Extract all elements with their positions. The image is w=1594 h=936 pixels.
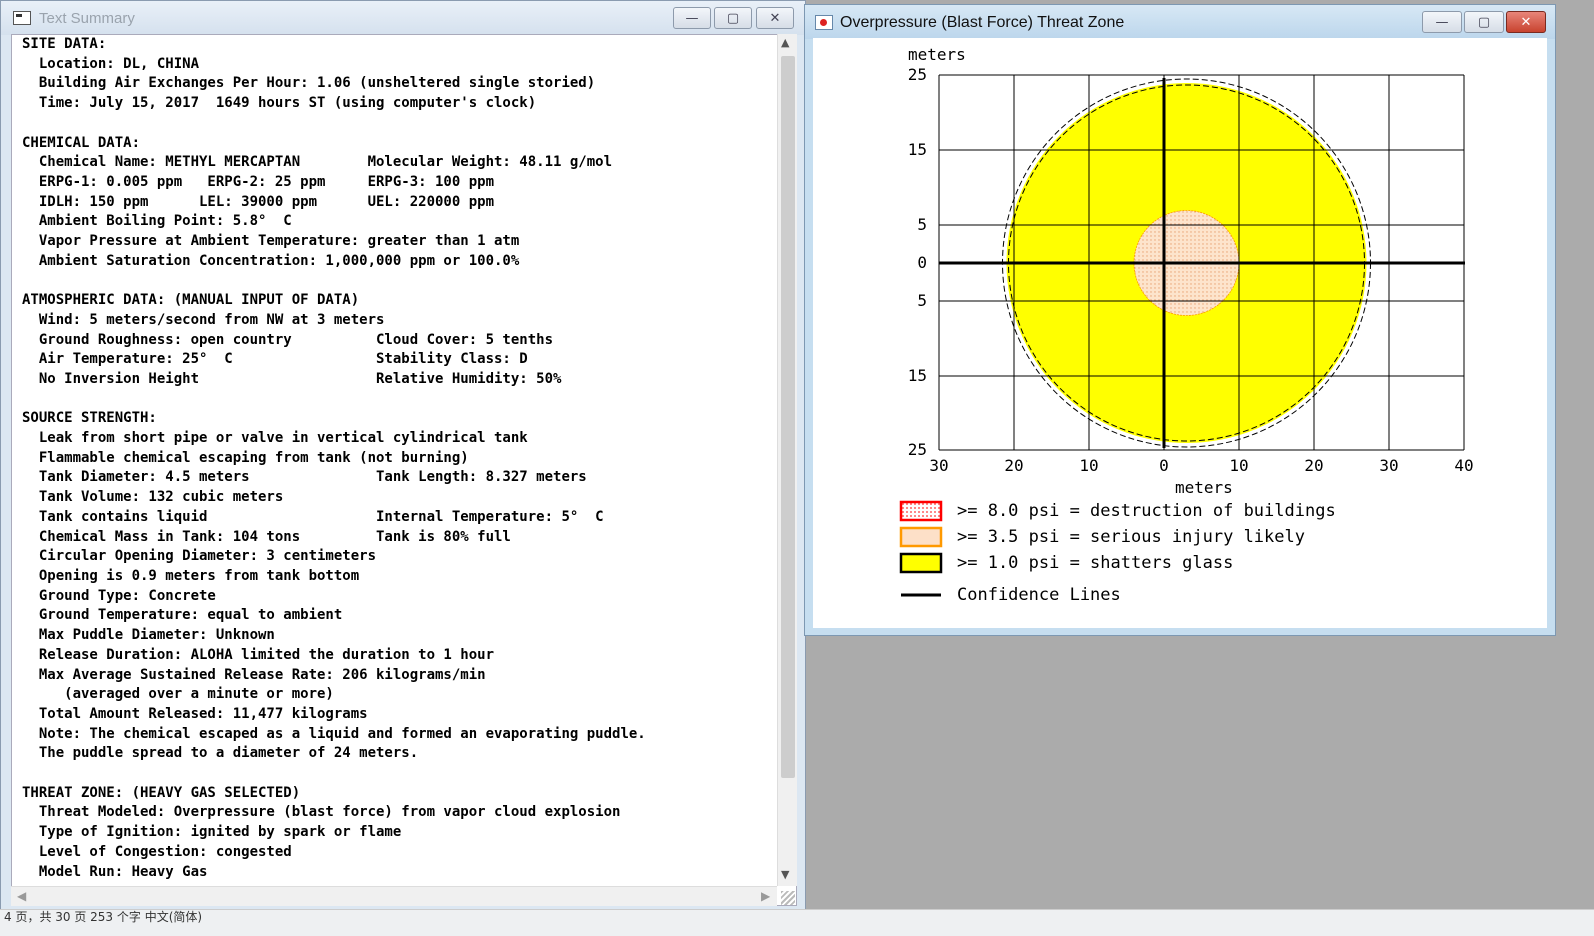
y-tick-label: 5 — [917, 215, 927, 234]
legend-label: >= 8.0 psi = destruction of buildings — [957, 501, 1336, 521]
x-axis-unit-label: meters — [1175, 478, 1233, 497]
y-tick-label: 5 — [917, 291, 927, 310]
threat-minimize-button[interactable]: — — [1422, 11, 1462, 33]
summary-line: Release Duration: ALOHA limited the dura… — [38, 646, 495, 663]
summary-line: Ambient Boiling Point: 5.8° C — [38, 213, 292, 230]
summary-line: Wind: 5 meters/second from NW at 3 meter… — [38, 311, 385, 328]
summary-line: SITE DATA: — [22, 36, 107, 52]
summary-text: SITE DATA: Location: DL, CHINA Building … — [22, 35, 646, 882]
y-axis-unit-label: meters — [908, 45, 966, 64]
legend-label: >= 1.0 psi = shatters glass — [957, 553, 1233, 573]
summary-line: IDLH: 150 ppm LEL: 39000 ppm UEL: 220000… — [38, 193, 495, 210]
text-window-app-icon — [13, 11, 31, 25]
horizontal-scrollbar[interactable]: ◀ ▶ — [11, 886, 777, 906]
legend-swatch — [899, 500, 943, 522]
summary-line: Ground Temperature: equal to ambient — [38, 607, 343, 624]
summary-line: Location: DL, CHINA — [38, 55, 200, 72]
threat-zone-window: Overpressure (Blast Force) Threat Zone —… — [804, 4, 1556, 636]
scroll-up-icon[interactable]: ▲ — [781, 36, 789, 49]
vertical-scrollbar[interactable]: ▲ ▼ — [777, 34, 797, 886]
legend-label: >= 3.5 psi = serious injury likely — [957, 527, 1305, 547]
summary-line: THREAT ZONE: (HEAVY GAS SELECTED) — [22, 784, 301, 801]
summary-line: Leak from short pipe or valve in vertica… — [38, 430, 528, 447]
threat-zone-title: Overpressure (Blast Force) Threat Zone — [840, 14, 1125, 31]
summary-line: Total Amount Released: 11,477 kilograms — [38, 705, 368, 722]
x-tick-label: 40 — [1454, 456, 1473, 475]
threat-maximize-button[interactable]: ▢ — [1464, 11, 1504, 33]
summary-text-area[interactable]: SITE DATA: Location: DL, CHINA Building … — [11, 34, 797, 906]
maximize-button[interactable]: ▢ — [714, 7, 752, 29]
summary-line: Tank contains liquid Internal Temperatur… — [38, 508, 604, 525]
threat-close-button[interactable]: ✕ — [1506, 11, 1546, 33]
threat-zone-titlebar[interactable]: Overpressure (Blast Force) Threat Zone —… — [805, 5, 1555, 39]
summary-line: Ambient Saturation Concentration: 1,000,… — [38, 252, 520, 269]
summary-line: Chemical Name: METHYL MERCAPTAN Molecula… — [38, 154, 613, 171]
summary-line: Chemical Mass in Tank: 104 tons Tank is … — [38, 528, 511, 545]
threat-zone-plot-area: meters meters 25 15 5 0 5 15 25 30 20 10 0 10 20 30 40 >=… — [813, 38, 1547, 628]
summary-line: Type of Ignition: ignited by spark or fl… — [38, 824, 402, 841]
summary-line: No Inversion Height Relative Humidity: 5… — [38, 370, 562, 387]
summary-line: Max Average Sustained Release Rate: 206 … — [38, 666, 486, 683]
summary-line: Building Air Exchanges Per Hour: 1.06 (u… — [38, 75, 596, 92]
summary-line: Time: July 15, 2017 1649 hours ST (using… — [38, 95, 537, 112]
x-tick-label: 20 — [1004, 456, 1023, 475]
resize-grip-icon[interactable] — [781, 891, 795, 905]
scroll-thumb[interactable] — [781, 56, 795, 778]
x-tick-label: 30 — [1379, 456, 1398, 475]
summary-line: Vapor Pressure at Ambient Temperature: g… — [38, 233, 520, 250]
summary-line: Air Temperature: 25° C Stability Class: … — [38, 351, 528, 368]
minimize-button[interactable]: — — [673, 7, 711, 29]
scroll-down-icon[interactable]: ▼ — [781, 868, 789, 881]
summary-line: SOURCE STRENGTH: — [22, 410, 157, 427]
summary-line: ERPG-1: 0.005 ppm ERPG-2: 25 ppm ERPG-3:… — [38, 173, 495, 190]
summary-line: Opening is 0.9 meters from tank bottom — [38, 567, 360, 584]
y-tick-label: 0 — [917, 253, 927, 272]
summary-line: ATMOSPHERIC DATA: (MANUAL INPUT OF DATA) — [22, 292, 360, 309]
summary-line: Tank Diameter: 4.5 meters Tank Length: 8… — [38, 469, 587, 486]
text-summary-title: Text Summary — [39, 10, 135, 27]
x-tick-label: 10 — [1079, 456, 1098, 475]
summary-line: Model Run: Heavy Gas — [22, 863, 208, 880]
y-tick-label: 15 — [908, 140, 927, 159]
scroll-left-icon[interactable]: ◀ — [17, 889, 26, 903]
summary-line: The puddle spread to a diameter of 24 me… — [38, 745, 419, 762]
x-tick-label: 10 — [1229, 456, 1248, 475]
threat-window-app-icon — [815, 15, 833, 30]
y-tick-label: 25 — [908, 65, 927, 84]
x-tick-label: 20 — [1304, 456, 1323, 475]
legend-swatch — [899, 552, 943, 574]
status-bar: 4 页，共 30 页 253 个字 中文(简体) — [0, 909, 1594, 936]
legend-swatch — [899, 526, 943, 548]
x-tick-label: 30 — [929, 456, 948, 475]
x-tick-label: 0 — [1159, 456, 1169, 475]
text-summary-titlebar[interactable]: Text Summary — ▢ ✕ — [1, 1, 805, 35]
summary-line: Tank Volume: 132 cubic meters — [38, 489, 284, 506]
scroll-right-icon[interactable]: ▶ — [761, 889, 770, 903]
close-button[interactable]: ✕ — [756, 7, 794, 29]
summary-line: (averaged over a minute or more) — [64, 686, 334, 703]
summary-line: Note: The chemical escaped as a liquid a… — [38, 725, 646, 742]
summary-line: Max Puddle Diameter: Unknown — [38, 627, 275, 644]
y-tick-label: 15 — [908, 366, 927, 385]
summary-line: Circular Opening Diameter: 3 centimeters — [38, 548, 377, 565]
summary-line: CHEMICAL DATA: — [22, 134, 141, 151]
summary-line: Level of Congestion: congested — [38, 843, 292, 860]
summary-line: Flammable chemical escaping from tank (n… — [38, 449, 469, 466]
legend-label: Confidence Lines — [957, 585, 1121, 605]
summary-line: Ground Type: Concrete — [38, 587, 216, 604]
text-summary-window: Text Summary — ▢ ✕ SITE DATA: Location: … — [0, 0, 806, 920]
threat-zone-chart: metersmeters2515505152530 20 10 0 10 20 30 40>=… — [899, 45, 1474, 605]
summary-line: Ground Roughness: open country Cloud Cov… — [38, 331, 554, 348]
summary-line: Threat Modeled: Overpressure (blast forc… — [38, 804, 621, 821]
y-tick-label: 25 — [908, 440, 927, 459]
